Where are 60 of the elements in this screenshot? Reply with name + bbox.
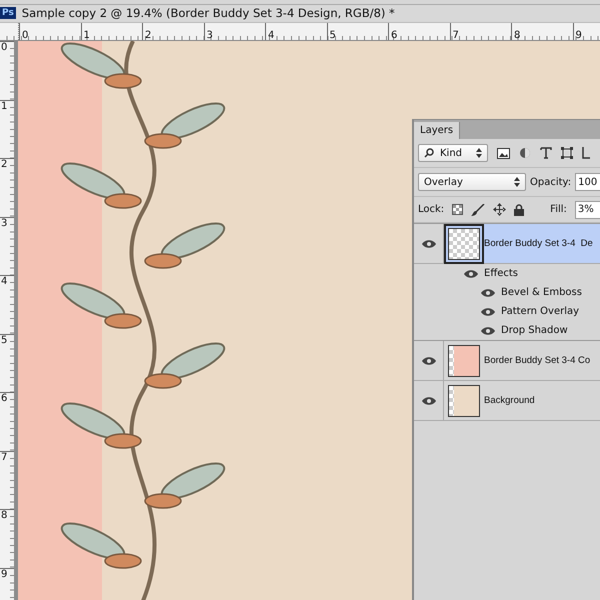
ruler-number: 6 (391, 30, 398, 41)
layer-row[interactable]: Background (414, 381, 600, 421)
move-icon[interactable] (493, 203, 506, 216)
lock-icon[interactable] (514, 204, 524, 216)
ruler-number: 0 (1, 42, 8, 53)
ruler-number: 3 (206, 30, 213, 41)
layer-row[interactable]: Border Buddy Set 3-4 De (414, 224, 600, 264)
effect-name: Bevel & Emboss (501, 287, 582, 298)
ruler-number: 7 (452, 30, 459, 41)
ruler-number: 1 (84, 30, 90, 41)
eye-icon[interactable] (481, 326, 495, 334)
ruler-number: 0 (22, 30, 28, 41)
checkerboard-icon[interactable] (452, 204, 464, 215)
effects-label: Effects (484, 268, 518, 279)
eye-icon[interactable] (481, 308, 495, 316)
layer-name: Border Buddy Set 3-4 De (484, 238, 594, 249)
shape-icon[interactable] (561, 147, 573, 159)
effect-name: Drop Shadow (501, 325, 568, 336)
layer-thumbnail (448, 384, 480, 416)
half-circle-icon[interactable] (519, 147, 531, 159)
effect-name: Pattern Overlay (501, 306, 580, 317)
opacity-label: Opacity: (530, 176, 572, 188)
text-icon[interactable] (540, 147, 552, 159)
layer-name: Border Buddy Set 3-4 Co (484, 355, 592, 366)
search-icon (424, 148, 434, 158)
window-title: Sample copy 2 @ 19.4% (Border Buddy Set 3-4 Design, RGB/8) * (22, 6, 395, 20)
ruler-number: 4 (1, 276, 8, 287)
eye-icon[interactable] (422, 240, 436, 248)
ruler-number: 6 (1, 393, 8, 404)
ruler-number: 8 (514, 30, 520, 41)
ruler-number: 4 (268, 30, 274, 41)
app-logo-icon: Ps (0, 7, 16, 19)
ruler-number: 9 (1, 568, 8, 580)
ruler-number: 5 (1, 334, 8, 346)
ruler-number: 9 (576, 30, 582, 41)
brush-icon[interactable] (471, 204, 486, 216)
filter-dropdown[interactable]: Kind (418, 144, 488, 162)
caret-icon (514, 177, 520, 187)
ruler-number: 7 (1, 452, 8, 462)
caret-icon (476, 148, 482, 158)
image-icon[interactable] (497, 148, 510, 158)
ruler-number: 2 (1, 159, 8, 170)
eye-icon[interactable] (464, 270, 478, 278)
ruler-number: 8 (1, 510, 8, 521)
layers-tab[interactable]: Layers (414, 122, 460, 139)
eye-icon[interactable] (422, 356, 436, 364)
fill-field[interactable]: 3% (574, 200, 600, 218)
ruler-number: 5 (330, 30, 336, 41)
opacity-field[interactable]: 100 (575, 173, 600, 191)
layer-name: Background (484, 395, 536, 406)
lock-label: Lock: (418, 204, 444, 215)
ruler-number: 1 (1, 100, 8, 112)
eye-icon[interactable] (481, 288, 495, 296)
layer-thumbnail (448, 344, 480, 376)
eye-icon[interactable] (422, 396, 436, 404)
ruler-number: 3 (1, 218, 8, 228)
ruler-number: 2 (145, 30, 152, 41)
fill-label: Fill: (550, 204, 567, 215)
blend-mode-dropdown[interactable]: Overlay (418, 173, 526, 191)
layer-row[interactable]: Border Buddy Set 3-4 Co (414, 341, 600, 381)
